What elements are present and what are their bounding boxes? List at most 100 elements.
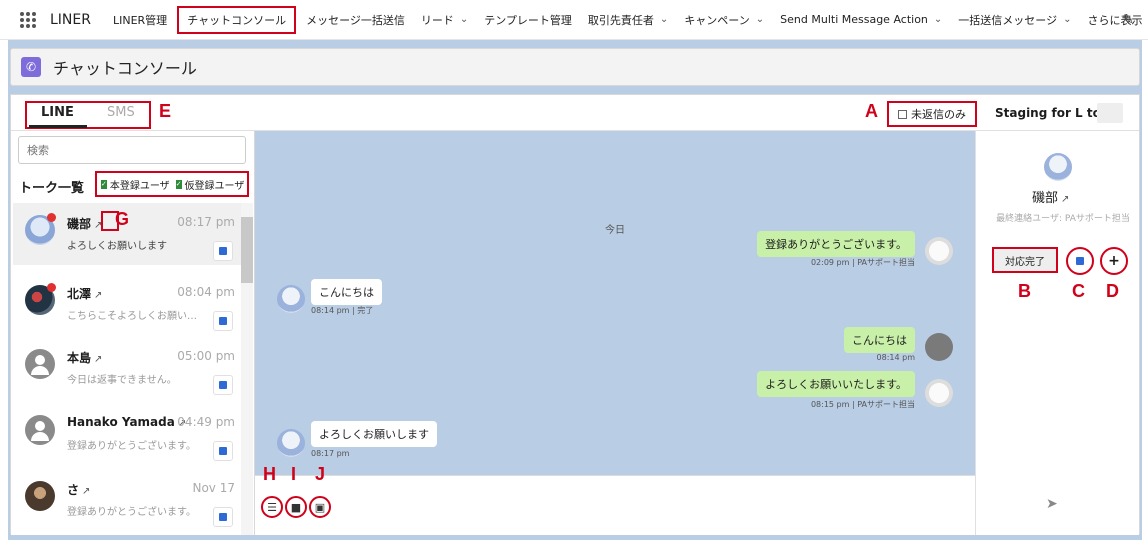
app-launcher-icon[interactable] (20, 11, 36, 28)
chevron-down-icon[interactable]: ⌄ (460, 14, 468, 25)
avatar (925, 379, 953, 407)
outgoing-message: 登録ありがとうございます。 (757, 231, 915, 257)
avatar (25, 415, 55, 445)
channel-tabs-row: LINE SMS E A 未返信のみ Staging for L to C (11, 95, 1139, 131)
send-icon[interactable]: ➤ (1046, 496, 1058, 512)
unreplied-only-filter[interactable]: 未返信のみ (887, 101, 977, 127)
marker-i: I (291, 464, 297, 484)
message-input-area: H I J ☰ ■ ▣ (255, 464, 1103, 535)
last-message-time: 05:00 pm (177, 349, 235, 363)
talk-list-title: トーク一覧 (19, 181, 85, 196)
marker-g: G (115, 209, 130, 229)
avatar (25, 349, 55, 379)
nav-item-bulk-messages[interactable]: 一括送信メッセージ ⌄ (950, 0, 1079, 40)
talk-list-item[interactable]: Hanako Yamada ↗ 04:49 pm 登録ありがとうございます。 (13, 403, 241, 465)
contact-name: 磯部 (67, 217, 92, 231)
nav-item-campaigns[interactable]: キャンペーン ⌄ (676, 0, 772, 40)
nav-item-liner-admin[interactable]: LINER管理 (105, 0, 175, 40)
template-message-icon[interactable]: ☰ (261, 496, 283, 518)
marker-j: J (315, 464, 326, 484)
outgoing-message: こんにちは (844, 327, 915, 353)
avatar (1044, 153, 1072, 181)
registered-users-checkbox[interactable]: ✓ (101, 179, 107, 189)
app-name: LINER (50, 11, 91, 28)
avatar (277, 429, 305, 457)
marker-h: H (263, 464, 276, 484)
external-link-icon[interactable]: ↗ (1061, 194, 1069, 205)
message-meta: 08:17 pm (311, 449, 350, 458)
contact-detail-panel: 磯部 ↗ 最終連絡ユーザ: PAサポート担当 対応完了 + B C D (975, 131, 1139, 535)
last-message-preview: 今日は返事できません。 (67, 375, 177, 386)
last-message-time: Nov 17 (192, 481, 235, 495)
salesforce-record-button[interactable] (213, 441, 233, 461)
talk-list-item[interactable]: さ ↗ Nov 17 登録ありがとうございます。 (13, 469, 241, 531)
message-meta: 08:14 pm | 完了 (311, 306, 374, 315)
avatar (925, 237, 953, 265)
message-meta: 08:14 pm (876, 353, 915, 362)
image-icon[interactable]: ▣ (309, 496, 331, 518)
chat-console: LINE SMS E A 未返信のみ Staging for L to C トー… (10, 94, 1140, 535)
unread-dot (47, 213, 56, 222)
tab-line[interactable]: LINE (41, 105, 74, 120)
outgoing-message: よろしくお願いいたします。 (757, 371, 915, 397)
last-message-preview: 登録ありがとうございます。 (67, 507, 196, 518)
chevron-down-icon[interactable]: ⌄ (934, 14, 942, 25)
page-title: チャットコンソール (53, 59, 197, 78)
tab-sms[interactable]: SMS (107, 105, 135, 120)
search-input[interactable] (18, 136, 246, 164)
active-tab-indicator (29, 125, 87, 128)
staging-logo (1097, 103, 1123, 123)
salesforce-record-button[interactable] (213, 507, 233, 527)
chevron-down-icon[interactable]: ⌄ (1063, 14, 1071, 25)
provisional-users-label: 仮登録ユーザ (184, 180, 245, 192)
external-link-icon[interactable]: ↗ (94, 290, 102, 301)
salesforce-record-button[interactable] (213, 241, 233, 261)
salesforce-record-button[interactable] (213, 375, 233, 395)
chat-messages-area[interactable]: 今日 登録ありがとうございます。 02:09 pm | PAサポート担当 こんに… (255, 131, 975, 475)
marker-b: B (1018, 281, 1031, 301)
page-header: ✆ チャットコンソール (10, 48, 1140, 86)
talk-list-item[interactable]: 北澤 ↗ 08:04 pm こちらこそよろしくお願いし... (13, 273, 241, 335)
message-meta: 02:09 pm | PAサポート担当 (810, 258, 915, 267)
marker-c: C (1072, 281, 1085, 301)
date-separator: 今日 (605, 225, 625, 236)
last-message-time: 08:17 pm (177, 215, 235, 229)
last-message-time: 04:49 pm (177, 415, 235, 429)
external-link-icon[interactable]: ↗ (82, 486, 90, 497)
add-button[interactable]: + (1100, 247, 1128, 275)
contact-name: 北澤 (67, 287, 92, 301)
provisional-users-checkbox[interactable]: ✓ (175, 179, 182, 189)
chevron-down-icon[interactable]: ⌄ (660, 14, 668, 25)
avatar (25, 481, 55, 511)
incoming-message: よろしくお願いします (311, 421, 437, 447)
nav-item-templates[interactable]: テンプレート管理 (476, 0, 580, 40)
nav-item-chat-console[interactable]: チャットコンソール (177, 5, 297, 34)
incoming-message: こんにちは (311, 279, 382, 305)
external-link-icon[interactable]: ↗ (94, 354, 102, 365)
nav-item-bulk-send[interactable]: メッセージ一括送信 (298, 0, 413, 40)
checkbox[interactable] (898, 109, 907, 119)
chevron-down-icon[interactable]: ⌄ (756, 14, 764, 25)
registered-users-label: 本登録ユーザ (109, 180, 170, 192)
unreplied-only-label: 未返信のみ (911, 108, 966, 121)
last-message-preview: よろしくお願いします (67, 241, 167, 252)
marker-d: D (1106, 281, 1119, 301)
mark-done-button[interactable]: 対応完了 (992, 247, 1058, 273)
contact-name: さ (67, 483, 80, 497)
nav-item-contacts[interactable]: 取引先責任者 ⌄ (580, 0, 676, 40)
salesforce-record-button[interactable] (213, 311, 233, 331)
top-navigation: LINER LINER管理 チャットコンソール メッセージ一括送信 リード ⌄ テ… (0, 0, 1148, 40)
marker-e: E (159, 101, 172, 121)
salesforce-record-button[interactable] (1066, 247, 1094, 275)
nav-item-more[interactable]: さらに表示▼ (1079, 0, 1148, 40)
pencil-icon[interactable]: ✎ (1122, 12, 1134, 28)
phone-icon: ✆ (21, 57, 41, 77)
scrollbar-thumb[interactable] (241, 217, 253, 283)
marker-a: A (865, 101, 878, 121)
talk-list-item[interactable]: 本島 ↗ 05:00 pm 今日は返事できません。 (13, 337, 241, 399)
nav-item-send-multi[interactable]: Send Multi Message Action ⌄ (772, 0, 950, 40)
video-icon[interactable]: ■ (285, 496, 307, 518)
talk-list-panel: トーク一覧 ✓ 本登録ユーザ ✓ 仮登録ユーザ F 磯部↗ 08:17 pm よ… (11, 131, 255, 535)
contact-name: 本島 (67, 351, 92, 365)
nav-item-leads[interactable]: リード ⌄ (413, 0, 476, 40)
